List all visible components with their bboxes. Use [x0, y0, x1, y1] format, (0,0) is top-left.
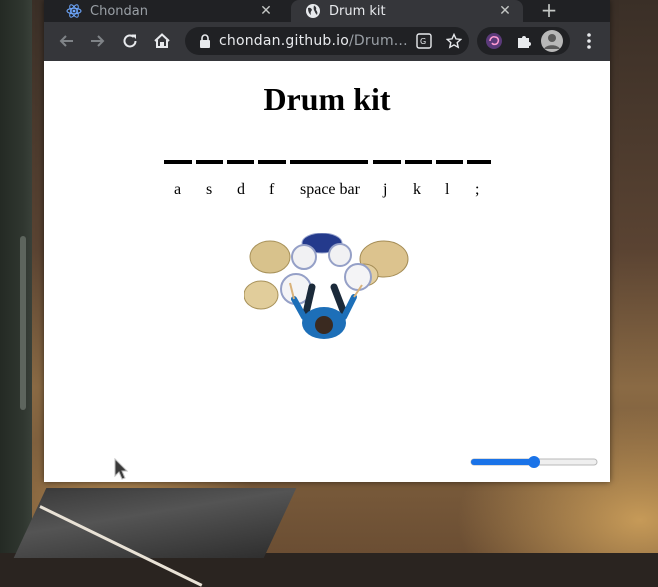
key-label-a[interactable]: a: [174, 181, 181, 199]
tab-drum-kit[interactable]: Drum kit ✕: [291, 0, 523, 22]
tab-chondan[interactable]: Chondan ✕: [52, 0, 284, 22]
key-marker-s: [196, 160, 223, 164]
volume-slider[interactable]: [470, 456, 598, 468]
key-marker-k: [405, 160, 432, 164]
menu-kebab-icon[interactable]: [578, 30, 600, 52]
page-content: Drum kit a s d f space bar j k l ;: [44, 61, 610, 482]
drum-4: [344, 263, 372, 291]
react-atom-icon: [66, 3, 82, 19]
brain-extension-icon[interactable]: [483, 30, 505, 52]
url-text: chondan.github.io/Drum...: [219, 33, 409, 49]
key-label-semicolon[interactable]: ;: [475, 181, 479, 199]
svg-text:G: G: [420, 37, 426, 46]
key-label-l[interactable]: l: [445, 181, 449, 199]
page-title: Drum kit: [263, 81, 391, 117]
url-path: /Drum...: [349, 33, 408, 49]
lock-icon: [200, 34, 210, 48]
drummer-image: [244, 233, 409, 339]
cymbal-left-bottom: [244, 280, 279, 310]
close-tab-icon[interactable]: ✕: [497, 3, 513, 19]
key-marker-j: [373, 160, 401, 164]
background-scrollbar: [20, 236, 26, 410]
browser-toolbar: chondan.github.io/Drum... G: [44, 22, 610, 61]
key-marker-a: [164, 160, 192, 164]
reload-button[interactable]: [119, 30, 141, 52]
bookmark-star-icon[interactable]: [445, 32, 463, 50]
key-marker-space: [290, 160, 368, 164]
home-button[interactable]: [151, 30, 173, 52]
close-tab-icon[interactable]: ✕: [258, 3, 274, 19]
key-marker-f: [258, 160, 286, 164]
slider-thumb: [528, 456, 540, 468]
extensions-puzzle-icon[interactable]: [513, 30, 535, 52]
arrow-right-icon: [91, 35, 105, 47]
background-window-edge: [0, 0, 32, 553]
key-label-j[interactable]: j: [383, 181, 387, 199]
key-marker-l: [436, 160, 463, 164]
extensions-area: [477, 27, 570, 55]
key-label-space[interactable]: space bar: [300, 181, 360, 199]
key-label-d[interactable]: d: [237, 181, 245, 199]
drummer-head: [315, 316, 333, 334]
profile-avatar[interactable]: [541, 30, 563, 52]
forward-button[interactable]: [86, 30, 108, 52]
slider-fill: [471, 459, 535, 465]
key-marker-semicolon: [467, 160, 491, 164]
key-marker-d: [227, 160, 254, 164]
tab-title: Chondan: [90, 3, 148, 19]
new-tab-icon[interactable]: +: [538, 0, 560, 22]
back-button[interactable]: [56, 30, 78, 52]
drum-2: [328, 243, 352, 267]
wallpaper-road: [13, 488, 297, 558]
key-label-f[interactable]: f: [269, 181, 274, 199]
tab-strip: Chondan ✕ Drum kit ✕ +: [44, 0, 610, 22]
mouse-cursor: [114, 458, 128, 480]
globe-icon: [305, 3, 321, 19]
key-label-k[interactable]: k: [413, 181, 421, 199]
key-label-s[interactable]: s: [206, 181, 212, 199]
arrow-left-icon: [59, 35, 73, 47]
cymbal-left-top: [249, 240, 291, 274]
tab-title: Drum kit: [329, 3, 386, 19]
address-bar[interactable]: chondan.github.io/Drum... G: [185, 27, 469, 55]
translate-icon[interactable]: G: [415, 32, 433, 50]
reload-icon: [123, 34, 137, 48]
url-host: chondan.github.io: [219, 33, 350, 49]
home-icon: [154, 33, 170, 48]
browser-window: Chondan ✕ Drum kit ✕ + chondan.github.io…: [44, 0, 610, 482]
drum-1: [291, 244, 317, 270]
